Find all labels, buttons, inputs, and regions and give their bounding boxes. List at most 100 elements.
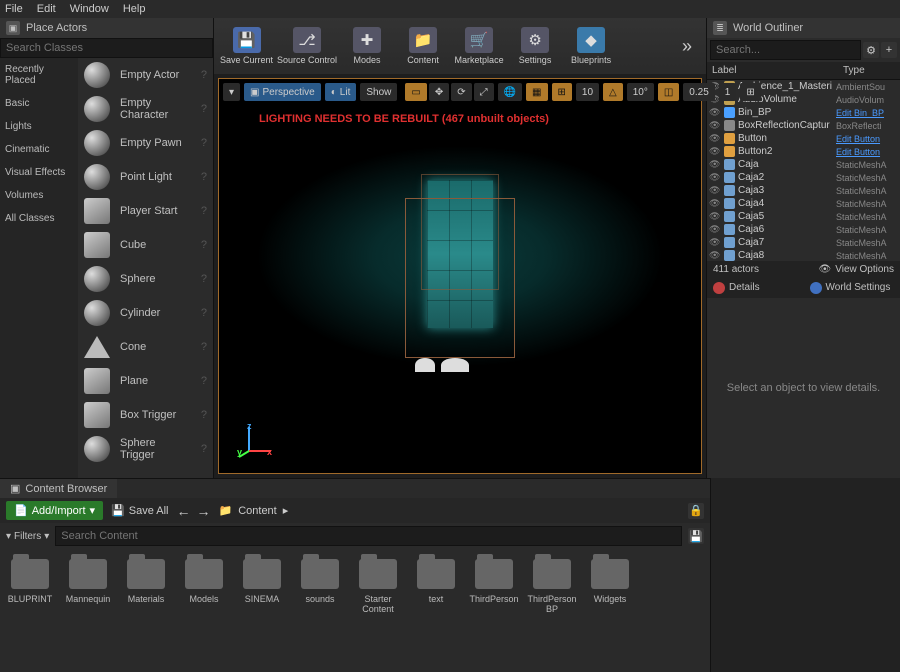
toolbar-source-control[interactable]: ⎇Source Control xyxy=(277,21,337,71)
actor-help-icon[interactable]: ? xyxy=(201,103,207,115)
content-folder[interactable]: sounds xyxy=(298,559,342,605)
toolbar-modes[interactable]: ✚Modes xyxy=(341,21,393,71)
transform-rotate-icon[interactable]: ⟳ xyxy=(451,83,471,101)
toolbar-save-current[interactable]: 💾Save Current xyxy=(220,21,273,71)
visibility-icon[interactable]: 👁 xyxy=(709,185,721,196)
visibility-icon[interactable]: 👁 xyxy=(709,172,721,183)
outliner-row[interactable]: 👁Caja3StaticMeshA xyxy=(707,184,900,197)
visibility-icon[interactable]: 👁 xyxy=(709,120,721,131)
actor-item[interactable]: Empty Character? xyxy=(78,92,213,126)
transform-translate-icon[interactable]: ✥ xyxy=(429,83,449,101)
content-folder[interactable]: BLUPRINT xyxy=(8,559,52,605)
maximize-viewport-icon[interactable]: ⊞ xyxy=(740,83,760,101)
nav-back-icon[interactable]: ← xyxy=(177,503,191,519)
actor-item[interactable]: Cylinder? xyxy=(78,296,213,330)
category-item[interactable]: Volumes xyxy=(0,184,78,207)
search-classes-input[interactable] xyxy=(0,38,213,58)
transform-scale-icon[interactable]: ⤢ xyxy=(474,83,494,101)
actor-item[interactable]: Plane? xyxy=(78,364,213,398)
outliner-filter-icon[interactable]: ⚙ xyxy=(863,42,879,58)
visibility-icon[interactable]: 👁 xyxy=(709,159,721,170)
scale-snap-value[interactable]: 0.25 xyxy=(683,83,714,101)
toolbar-content[interactable]: 📁Content xyxy=(397,21,449,71)
add-import-button[interactable]: 📄Add/Import▾ xyxy=(6,501,103,520)
actor-help-icon[interactable]: ? xyxy=(201,341,207,353)
outliner-row[interactable]: 👁Button2Edit Button xyxy=(707,145,900,158)
actor-item[interactable]: Player Start? xyxy=(78,194,213,228)
scale-snap-icon[interactable]: ◫ xyxy=(658,83,679,101)
actor-item[interactable]: Sphere? xyxy=(78,262,213,296)
outliner-row[interactable]: 👁Caja4StaticMeshA xyxy=(707,197,900,210)
actor-help-icon[interactable]: ? xyxy=(201,69,207,81)
viewport[interactable]: ▾ ▣Perspective ◐Lit Show ▭ ✥ ⟳ ⤢ 🌐 ▦ ⊞ 1… xyxy=(218,78,702,474)
outliner-col-label[interactable]: Label xyxy=(707,62,838,79)
visibility-icon[interactable]: 👁 xyxy=(709,198,721,209)
actor-help-icon[interactable]: ? xyxy=(201,171,207,183)
angle-snap-icon[interactable]: △ xyxy=(603,83,623,101)
actor-help-icon[interactable]: ? xyxy=(201,205,207,217)
filters-button[interactable]: ▾Filters▾ xyxy=(6,531,49,542)
content-search-input[interactable] xyxy=(55,526,682,546)
visibility-icon[interactable]: 👁 xyxy=(709,107,721,118)
actor-item[interactable]: Point Light? xyxy=(78,160,213,194)
content-folder[interactable]: Materials xyxy=(124,559,168,605)
actor-item[interactable]: Cone? xyxy=(78,330,213,364)
category-item[interactable]: Visual Effects xyxy=(0,161,78,184)
actor-help-icon[interactable]: ? xyxy=(201,409,207,421)
coord-space-icon[interactable]: 🌐 xyxy=(498,83,522,101)
actor-help-icon[interactable]: ? xyxy=(201,137,207,149)
content-save-search-icon[interactable]: 💾 xyxy=(688,528,704,544)
category-item[interactable]: Lights xyxy=(0,115,78,138)
content-folder[interactable]: Widgets xyxy=(588,559,632,605)
outliner-item-type[interactable]: Edit Bin_BP xyxy=(836,108,898,118)
toolbar-blueprints[interactable]: ◆Blueprints xyxy=(565,21,617,71)
visibility-icon[interactable]: 👁 xyxy=(709,133,721,144)
outliner-item-type[interactable]: Edit Button xyxy=(836,147,898,157)
visibility-icon[interactable]: 👁 xyxy=(709,211,721,222)
actor-item[interactable]: Empty Pawn? xyxy=(78,126,213,160)
toolbar-marketplace[interactable]: 🛒Marketplace xyxy=(453,21,505,71)
menu-window[interactable]: Window xyxy=(70,3,109,15)
viewport-lit-button[interactable]: ◐Lit xyxy=(325,83,357,101)
camera-speed-value[interactable]: 1 xyxy=(719,83,737,101)
transform-select-icon[interactable]: ▭ xyxy=(405,83,426,101)
save-all-button[interactable]: 💾Save All xyxy=(111,504,168,517)
toolbar-settings[interactable]: ⚙Settings xyxy=(509,21,561,71)
outliner-col-type[interactable]: Type xyxy=(838,62,900,79)
viewport-show-button[interactable]: Show xyxy=(360,83,397,101)
menu-edit[interactable]: Edit xyxy=(37,3,56,15)
folder-icon[interactable]: 📁 xyxy=(219,504,233,517)
content-folder[interactable]: ThirdPerson xyxy=(472,559,516,605)
outliner-row[interactable]: 👁Caja7StaticMeshA xyxy=(707,236,900,249)
menu-help[interactable]: Help xyxy=(123,3,146,15)
content-folder[interactable]: Starter Content xyxy=(356,559,400,615)
outliner-row[interactable]: 👁CajaStaticMeshA xyxy=(707,158,900,171)
category-item[interactable]: Recently Placed xyxy=(0,58,78,92)
actor-help-icon[interactable]: ? xyxy=(201,443,207,455)
content-grid[interactable]: BLUPRINTMannequinMaterialsModelsSINEMAso… xyxy=(0,549,710,672)
viewport-perspective-button[interactable]: ▣Perspective xyxy=(244,83,321,101)
visibility-icon[interactable]: 👁 xyxy=(709,250,721,261)
actor-help-icon[interactable]: ? xyxy=(201,307,207,319)
breadcrumb-chevron-icon[interactable]: ▸ xyxy=(283,504,289,517)
visibility-icon[interactable]: 👁 xyxy=(709,224,721,235)
grid-snap-button[interactable]: ⊞ xyxy=(552,83,572,101)
outliner-row[interactable]: 👁Bin_BPEdit Bin_BP xyxy=(707,106,900,119)
nav-forward-icon[interactable]: → xyxy=(197,503,211,519)
outliner-row[interactable]: 👁Caja6StaticMeshA xyxy=(707,223,900,236)
actor-item[interactable]: Box Trigger? xyxy=(78,398,213,432)
outliner-add-button[interactable]: + xyxy=(881,42,897,58)
lock-icon[interactable]: 🔒 xyxy=(688,503,704,519)
visibility-icon[interactable]: 👁 xyxy=(709,237,721,248)
category-item[interactable]: Cinematic xyxy=(0,138,78,161)
content-folder[interactable]: Mannequin xyxy=(66,559,110,605)
category-item[interactable]: All Classes xyxy=(0,207,78,230)
outliner-row[interactable]: 👁ButtonEdit Button xyxy=(707,132,900,145)
surface-snap-icon[interactable]: ▦ xyxy=(526,83,547,101)
outliner-list[interactable]: 👁Ambience_1_MasteriAmbientSou👁AudioVolum… xyxy=(707,80,900,261)
actor-item[interactable]: Sphere Trigger? xyxy=(78,432,213,466)
outliner-row[interactable]: 👁Caja5StaticMeshA xyxy=(707,210,900,223)
tab-world-settings[interactable]: World Settings xyxy=(804,278,900,298)
angle-snap-value[interactable]: 10° xyxy=(627,83,654,101)
visibility-icon[interactable]: 👁 xyxy=(709,146,721,157)
